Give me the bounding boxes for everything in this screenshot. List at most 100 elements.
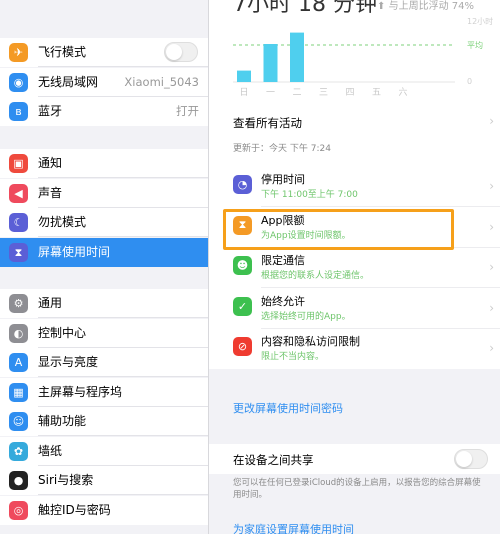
chart-tick-label: 平均 bbox=[467, 40, 483, 50]
sidebar-item-label: 控制中心 bbox=[38, 325, 87, 340]
option-title: 始终允许 bbox=[261, 294, 305, 308]
screen-time-option[interactable]: ✓ 始终允许选择始终可用的App。 › bbox=[209, 289, 500, 329]
screen-time-detail: 7小时 18 分钟 ⬆ 与上周比浮动 74% 日一二三四五六 12小时 平均 0 查看… bbox=[209, 0, 500, 534]
toggle-knob bbox=[456, 451, 472, 467]
airplane-mode-toggle[interactable] bbox=[164, 42, 198, 62]
sidebar-item[interactable]: ☾ 勿扰模式 bbox=[0, 208, 208, 237]
control-center-icon: ◐ bbox=[9, 323, 28, 343]
sidebar-item-label: 主屏幕与程序坞 bbox=[38, 384, 123, 399]
share-title: 在设备之间共享 bbox=[233, 453, 314, 467]
wifi-icon: ◉ bbox=[9, 72, 28, 92]
sidebar-item[interactable]: ◎ 触控ID与密码 bbox=[0, 495, 208, 525]
sidebar-item-label: 勿扰模式 bbox=[38, 215, 87, 229]
bluetooth-icon: ʙ bbox=[9, 102, 28, 121]
chart-day-label: 日 bbox=[239, 87, 248, 98]
sidebar-item[interactable]: ◀ 声音 bbox=[0, 178, 208, 208]
sounds-icon: ◀ bbox=[9, 183, 28, 203]
wallpaper-icon: ✿ bbox=[9, 441, 28, 461]
see-all-label: 查看所有活动 bbox=[233, 116, 302, 130]
chevron-right-icon: › bbox=[489, 219, 494, 234]
change-passcode-link[interactable]: 更改屏幕使用时间密码 bbox=[233, 400, 343, 416]
sidebar-item-label: 蓝牙 bbox=[38, 104, 63, 118]
chart-day-label: 一 bbox=[266, 88, 275, 98]
option-subtitle: 下午 11:00至上午 7:00 bbox=[261, 190, 358, 200]
sidebar-item-value: Xiaomi_5043 bbox=[124, 74, 199, 89]
updated-label: 更新于：今天 下午 7:24 bbox=[233, 144, 331, 154]
chart-day-label: 五 bbox=[372, 88, 381, 98]
sidebar-item[interactable]: ✿ 墙纸 bbox=[0, 436, 208, 466]
chart-day-label: 三 bbox=[319, 88, 328, 98]
sidebar-item[interactable]: ʙ 蓝牙 打开 bbox=[0, 97, 208, 126]
sidebar-item-value: 打开 bbox=[176, 104, 199, 118]
sidebar-item-label: 显示与亮度 bbox=[38, 355, 99, 369]
moon-icon: ☾ bbox=[9, 213, 28, 232]
chevron-right-icon: › bbox=[489, 114, 494, 128]
sidebar-item-label: 触控ID与密码 bbox=[38, 502, 111, 517]
chart-day-label: 二 bbox=[292, 88, 301, 98]
share-card: 在设备之间共享 bbox=[209, 444, 500, 474]
screen-time-option[interactable]: ⊘ 内容和隐私访问限制 限止不当内容。 › bbox=[209, 329, 500, 369]
sidebar-item[interactable]: ◐ 控制中心 bbox=[0, 318, 208, 348]
siri-icon: ● bbox=[9, 471, 28, 490]
hourglass-icon: ⧗ bbox=[9, 242, 28, 262]
notifications-icon: ▣ bbox=[9, 154, 28, 173]
controls-card: ◔ 停用时间 下午 11:00至上午 7:00 › ⧗ App限额 为App设置时间限额。 ›… bbox=[209, 159, 500, 369]
chevron-right-icon: › bbox=[489, 341, 494, 355]
chart-bar bbox=[237, 70, 251, 82]
sidebar-item[interactable]: ☺ 辅助功能 bbox=[0, 407, 208, 436]
family-setup-link[interactable]: 为家庭设置屏幕使用时间 bbox=[233, 521, 354, 534]
sidebar-item[interactable]: ◉ 无线局域网 Xiaomi_5043 bbox=[0, 67, 208, 97]
downtime-icon: ◔ bbox=[233, 175, 252, 194]
chevron-right-icon: › bbox=[489, 179, 494, 193]
see-all-card: 查看所有活动 › 更新于：今天 下午 7:24 bbox=[209, 104, 500, 159]
option-title: 内容和隐私访问限制 bbox=[261, 335, 360, 348]
sidebar-item-label: 通知 bbox=[38, 156, 63, 170]
chart-day-label: 四 bbox=[345, 88, 354, 98]
sidebar-item[interactable]: ▦ 主屏幕与程序坞 bbox=[0, 377, 208, 407]
sidebar-item[interactable]: ✈ 飞行模式 bbox=[0, 38, 208, 67]
checkmark-icon: ✓ bbox=[233, 296, 252, 316]
chart-day-label: 六 bbox=[398, 86, 407, 98]
home-screen-icon: ▦ bbox=[9, 382, 28, 402]
share-toggle[interactable] bbox=[454, 449, 488, 469]
settings-sidebar: ✈ 飞行模式 ◉ 无线局域网 Xiaomi_5043 ʙ 蓝牙 打开 ▣ 通知 ◀ 声音 ☾ 勿扰模式 ⧗ 屏… bbox=[0, 0, 208, 534]
sidebar-item-label: Siri与搜索 bbox=[38, 473, 94, 487]
chart-bar bbox=[290, 32, 304, 82]
sidebar-item-label: 飞行模式 bbox=[38, 45, 87, 59]
gear-icon: ⚙ bbox=[9, 294, 28, 313]
chart-tick-label: 12小时 bbox=[467, 16, 493, 26]
option-title: 限定通信 bbox=[261, 254, 305, 267]
sidebar-item-label: 无线局域网 bbox=[38, 74, 99, 89]
sidebar-item[interactable]: ⧗ 屏幕使用时间 bbox=[0, 237, 208, 267]
accessibility-icon: ☺ bbox=[9, 412, 28, 431]
sidebar-item-label: 辅助功能 bbox=[38, 414, 87, 428]
fingerprint-icon: ◎ bbox=[9, 500, 28, 520]
sidebar-item[interactable]: ⚙ 通用 bbox=[0, 289, 208, 318]
chart-bar bbox=[263, 44, 278, 82]
chevron-right-icon: › bbox=[489, 300, 494, 315]
app-limits-highlight bbox=[223, 209, 454, 250]
sidebar-item[interactable]: ▣ 通知 bbox=[0, 149, 208, 178]
sidebar-item-label: 声音 bbox=[38, 185, 63, 200]
screen-time-option[interactable]: ☻ 限定通信根据您的联系人设定通信。 › bbox=[209, 248, 500, 288]
contacts-icon: ☻ bbox=[233, 256, 252, 275]
option-title: 停用时间 bbox=[261, 173, 305, 186]
toggle-knob bbox=[166, 44, 182, 60]
chevron-right-icon: › bbox=[489, 260, 494, 274]
restriction-icon: ⊘ bbox=[233, 337, 252, 356]
see-all-row[interactable]: 查看所有活动 › bbox=[209, 104, 500, 137]
option-subtitle: 限止不当内容。 bbox=[261, 352, 325, 362]
sidebar-item-label: 通用 bbox=[38, 296, 63, 310]
usage-chart[interactable]: 日 一 二 三 四 五 六 12小时平均 0 bbox=[209, 0, 500, 104]
option-subtitle: 根据您的联系人设定通信。 bbox=[261, 271, 370, 281]
sidebar-item[interactable]: A 显示与亮度 bbox=[0, 348, 208, 377]
sidebar-item[interactable]: ● Siri与搜索 bbox=[0, 466, 208, 495]
sidebar-item-label: 墙纸 bbox=[38, 443, 63, 458]
option-subtitle: 选择始终可用的App。 bbox=[261, 311, 351, 322]
share-description: 您可以在任何已登录iCloud的设备上启用，以报告您的综合屏幕使用时间。 bbox=[233, 478, 481, 500]
screen-time-option[interactable]: ◔ 停用时间下午 11:00至上午 7:00 › bbox=[209, 167, 500, 207]
airplane-icon: ✈ bbox=[9, 43, 28, 62]
usage-card: 7小时 18 分钟 ⬆ 与上周比浮动 74% 日一二三四五六 12小时 平均 0 bbox=[209, 0, 500, 104]
display-icon: A bbox=[9, 353, 28, 372]
chart-tick-label: 0 bbox=[467, 77, 472, 86]
